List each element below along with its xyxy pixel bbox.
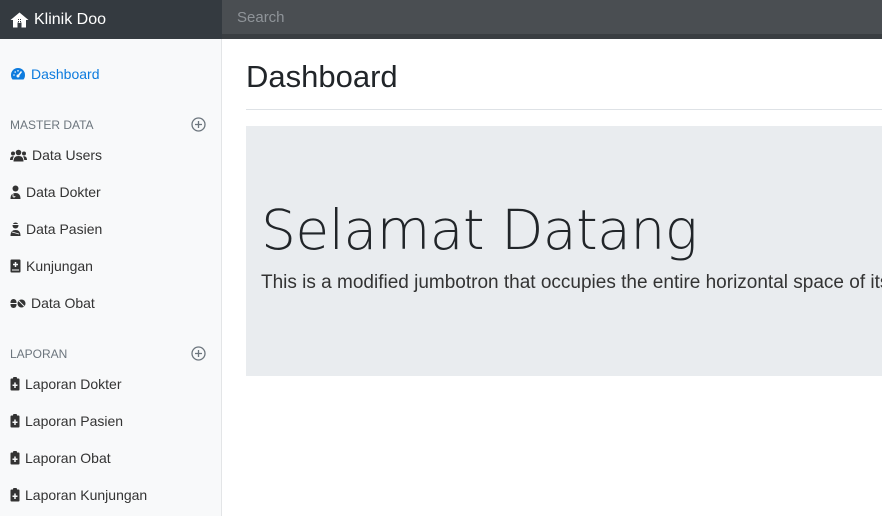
brand-link[interactable]: Klinik Doo [0,0,222,39]
sidebar-item-label: Data Pasien [26,221,103,237]
section-title: LAPORAN [10,346,68,361]
clipboard-medical-icon [10,488,20,502]
sidebar-item-label: Laporan Dokter [25,376,122,392]
brand-name: Klinik Doo [34,10,107,28]
sidebar-item-laporan-obat[interactable]: Laporan Obat [10,450,111,466]
sidebar-item-data-dokter[interactable]: Data Dokter [10,184,101,200]
sidebar-item-laporan-dokter[interactable]: Laporan Dokter [10,376,122,392]
sidebar-item-label: Data Dokter [26,184,101,200]
sidebar-item-label: Data Obat [31,295,95,311]
sidebar-item-dashboard[interactable]: Dashboard [10,66,100,82]
user-doctor-icon [10,185,21,199]
sidebar-item-data-pasien[interactable]: Data Pasien [10,221,102,237]
tachometer-icon [11,68,25,80]
sidebar-item-data-users[interactable]: Data Users [10,147,102,163]
sidebar: Dashboard MASTER DATA Data Users Data Do… [0,39,222,516]
plus-circle-icon[interactable] [191,346,206,361]
clipboard-medical-icon [10,451,20,465]
jumbotron: Selamat Datang This is a modified jumbot… [246,126,882,376]
sidebar-item-laporan-kunjungan[interactable]: Laporan Kunjungan [10,487,147,503]
jumbotron-lead: This is a modified jumbotron that occupi… [261,272,882,293]
title-divider [246,109,882,110]
sidebar-item-laporan-pasien[interactable]: Laporan Pasien [10,413,123,429]
section-title: MASTER DATA [10,117,94,132]
sidebar-item-label: Laporan Obat [25,450,111,466]
users-icon [10,149,27,161]
main-content: Dashboard Selamat Datang This is a modif… [246,39,882,516]
top-navbar: Klinik Doo [0,0,882,39]
section-header-master-data: MASTER DATA [10,117,206,132]
pills-icon [10,299,26,308]
section-header-laporan: LAPORAN [10,346,206,361]
sidebar-item-label: Dashboard [31,66,100,82]
sidebar-item-label: Laporan Kunjungan [25,487,148,503]
plus-circle-icon[interactable] [191,117,206,132]
sidebar-item-label: Data Users [32,147,103,163]
home-icon [10,12,29,27]
sidebar-item-kunjungan[interactable]: Kunjungan [10,258,93,274]
medical-notes-icon [10,259,21,273]
jumbotron-heading: Selamat Datang [261,198,698,262]
page-title: Dashboard [246,59,398,94]
search-input[interactable] [222,0,882,34]
sidebar-item-data-obat[interactable]: Data Obat [10,295,95,311]
user-injured-icon [10,222,21,236]
clipboard-medical-icon [10,377,20,391]
clipboard-medical-icon [10,414,20,428]
sidebar-item-label: Kunjungan [26,258,93,274]
sidebar-item-label: Laporan Pasien [25,413,124,429]
